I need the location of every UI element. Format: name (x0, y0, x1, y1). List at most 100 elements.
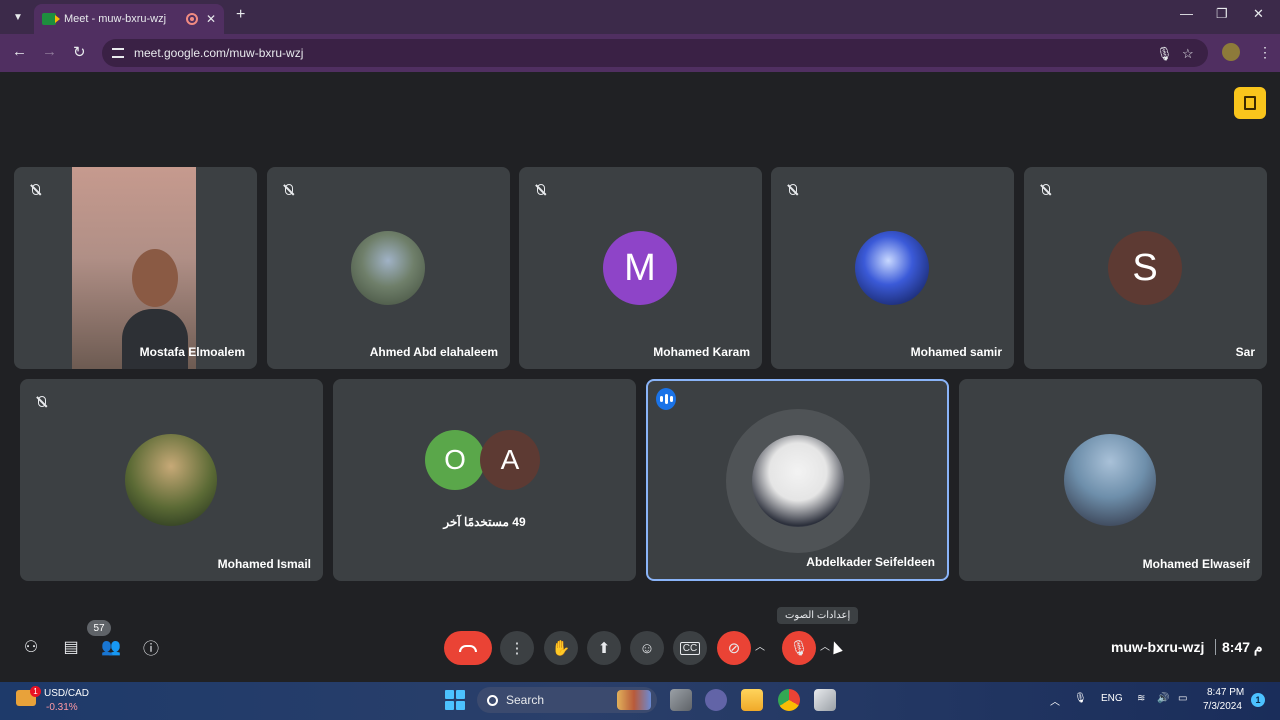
new-tab-button[interactable]: + (236, 6, 245, 24)
taskbar-time[interactable]: 8:47 PM (1207, 687, 1244, 698)
close-tab-icon[interactable]: ✕ (206, 12, 216, 26)
audio-settings-tooltip: إعدادات الصوت (777, 607, 859, 624)
reload-icon[interactable]: ↻ (73, 43, 86, 61)
mic-toggle-button[interactable]: 🎙 (782, 631, 816, 665)
present-screen-button[interactable]: ⬆ (587, 631, 621, 665)
input-language[interactable]: ENG (1101, 693, 1123, 704)
mic-off-icon (783, 179, 803, 199)
avatar: O (425, 430, 485, 490)
back-icon[interactable]: ← (12, 43, 27, 60)
snipping-tool-icon[interactable] (814, 689, 836, 711)
bookmark-star-icon[interactable]: ☆ (1182, 46, 1194, 62)
mic-off-icon (26, 179, 46, 199)
browser-toolbar: ← → ↻ meet.google.com/muw-bxru-wzj 🎙 ☆ (0, 34, 1280, 72)
minimize-button[interactable]: — (1180, 6, 1193, 21)
others-tile[interactable]: O A 49 مستخدمًا آخر (333, 379, 636, 581)
windows-start-icon[interactable] (445, 690, 465, 710)
task-view-icon[interactable] (670, 689, 692, 711)
search-icon (487, 694, 498, 706)
file-explorer-icon[interactable] (741, 689, 763, 711)
more-options-button[interactable]: ⋮ (500, 631, 534, 665)
participant-name: Ahmed Abd elahaleem (369, 345, 498, 359)
meet-favicon-icon (42, 13, 60, 25)
emoji-icon: ☺ (639, 639, 655, 657)
close-window-button[interactable]: ✕ (1253, 6, 1264, 22)
phone-hangup-icon (459, 644, 477, 652)
people-icon[interactable]: 👥 (100, 636, 122, 658)
participant-tile[interactable]: S Sar (1024, 167, 1267, 369)
others-count-label: 49 مستخدمًا آخر (443, 515, 526, 529)
activities-icon[interactable]: ⚇ (20, 636, 42, 658)
battery-icon[interactable]: ▭ (1178, 693, 1187, 704)
participant-tile[interactable]: Mohamed Ismail (20, 379, 323, 581)
avatar: A (480, 430, 540, 490)
tab-meet[interactable]: Meet - muw-bxru-wzj ✕ (34, 4, 224, 34)
avatar (752, 435, 844, 527)
address-bar[interactable]: meet.google.com/muw-bxru-wzj 🎙 ☆ (102, 39, 1208, 67)
participant-tile[interactable]: Ahmed Abd elahaleem (267, 167, 510, 369)
widget-badge: 1 (30, 686, 41, 697)
participant-video (72, 167, 196, 369)
participant-name: Abdelkader Seifeldeen (806, 555, 935, 569)
participant-name: Mohamed Ismail (217, 557, 311, 571)
mic-off-icon (1036, 179, 1056, 199)
show-hidden-icons-chevron-icon[interactable]: ︿ (1050, 693, 1060, 708)
camera-toggle-button[interactable]: ⊘ (717, 631, 751, 665)
avatar (1064, 434, 1156, 526)
mic-off-icon (32, 391, 52, 411)
chat-icon[interactable]: ▤ (60, 636, 82, 658)
more-vert-icon: ⋮ (509, 640, 525, 657)
camera-options-chevron-icon[interactable]: ︿ (755, 638, 765, 653)
speaking-indicator-icon (656, 388, 676, 410)
notification-badge[interactable]: 1 (1251, 693, 1265, 707)
meet-stage (0, 72, 1280, 682)
mic-search-icon[interactable]: 🎙 (1156, 46, 1173, 62)
hand-icon: ✋ (551, 640, 571, 657)
meeting-clock: 8:47 م (1222, 639, 1263, 655)
mic-off-icon (279, 179, 299, 199)
reactions-button[interactable]: ☺ (630, 631, 664, 665)
companion-mode-icon[interactable] (1234, 87, 1266, 119)
avatar (125, 434, 217, 526)
present-icon: ⬆ (597, 640, 611, 657)
search-highlight-icon (617, 690, 651, 710)
raise-hand-button[interactable]: ✋ (544, 631, 578, 665)
avatar: M (603, 231, 677, 305)
meeting-info-icon[interactable]: ⓘ (140, 636, 162, 658)
participant-tile[interactable]: Mohamed samir (771, 167, 1014, 369)
wifi-icon[interactable]: ≋ (1137, 693, 1145, 704)
forward-icon[interactable]: → (42, 43, 57, 60)
participant-tile[interactable]: M Mohamed Karam (519, 167, 762, 369)
ticker-name[interactable]: USD/CAD (44, 688, 89, 699)
microphone-tray-icon[interactable]: 🎙 (1074, 693, 1087, 704)
browser-menu-icon[interactable]: ⋮ (1258, 44, 1272, 61)
extension-icon[interactable] (1222, 43, 1240, 61)
volume-icon[interactable]: 🔊 (1157, 693, 1169, 704)
participant-tile-active-speaker[interactable]: Abdelkader Seifeldeen (646, 379, 949, 581)
url-text[interactable]: meet.google.com/muw-bxru-wzj (134, 46, 303, 60)
search-placeholder: Search (506, 693, 545, 707)
mic-off-icon: 🎙 (789, 640, 809, 657)
participant-tile[interactable]: Mohamed Elwaseif (959, 379, 1262, 581)
mic-off-icon (531, 179, 551, 199)
divider (1215, 639, 1216, 655)
teams-icon[interactable] (705, 689, 727, 711)
tab-search-icon[interactable]: ▼ (8, 7, 28, 27)
taskbar-search[interactable]: Search (477, 687, 657, 713)
taskbar-date[interactable]: 7/3/2024 (1203, 701, 1242, 712)
camera-off-icon: ⊘ (727, 640, 741, 657)
leave-call-button[interactable] (444, 631, 492, 665)
participants-count-badge: 57 (87, 620, 111, 636)
captions-icon: CC (679, 641, 701, 655)
audio-options-chevron-icon[interactable]: ︿ (820, 638, 830, 653)
site-info-icon[interactable] (112, 48, 124, 58)
captions-button[interactable]: CC (673, 631, 707, 665)
restore-button[interactable]: ❐ (1216, 6, 1228, 22)
participant-tile[interactable]: Mostafa Elmoalem (14, 167, 257, 369)
chrome-icon[interactable] (778, 689, 800, 711)
meeting-code: muw-bxru-wzj (1111, 639, 1205, 655)
recording-icon (185, 13, 198, 25)
tab-title: Meet - muw-bxru-wzj (64, 13, 167, 25)
participant-name: Mohamed Karam (653, 345, 750, 359)
participant-name: Sar (1235, 345, 1255, 359)
